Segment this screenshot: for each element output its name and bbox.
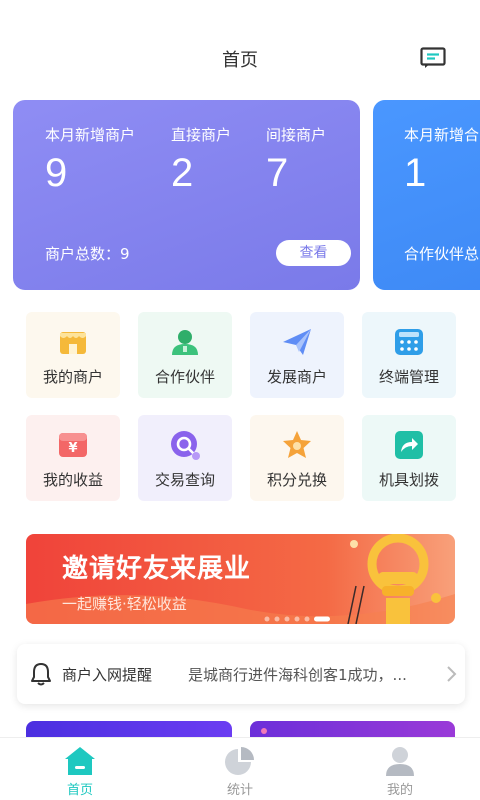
menu-terminal-management[interactable]: 终端管理: [362, 312, 456, 398]
partner-stats-card[interactable]: 本月新增合 1 合作伙伴总: [373, 100, 480, 290]
stat-value: 7: [266, 151, 289, 195]
menu-label: 合作伙伴: [154, 368, 215, 386]
invite-banner[interactable]: 邀请好友来展业 一起赚钱·轻松收益: [26, 534, 455, 624]
share-icon: [395, 431, 423, 459]
tab-bar: 首页 统计 我的: [0, 737, 480, 800]
notice-text: 是城商行进件海科创客1成功，...: [188, 666, 407, 684]
stat-new-merchants: 本月新增商户 9: [45, 124, 135, 196]
menu-points-exchange[interactable]: 积分兑换: [250, 415, 344, 501]
home-icon: [65, 747, 95, 775]
menu-label: 终端管理: [378, 368, 439, 386]
paper-plane-icon: [283, 329, 311, 355]
notice-title: 商户入网提醒: [62, 666, 153, 684]
stat-value: 2: [171, 151, 194, 195]
chevron-right-icon: [447, 666, 457, 682]
terminal-icon: [395, 329, 423, 355]
menu-label: 积分兑换: [266, 471, 327, 489]
banner-subtitle: 一起赚钱·轻松收益: [62, 595, 187, 613]
stat-indirect-merchants: 间接商户 7: [266, 124, 326, 196]
tab-label: 我的: [386, 783, 413, 798]
carousel-indicator: [264, 616, 330, 622]
banner-title: 邀请好友来展业: [62, 554, 252, 584]
page-title: 首页: [222, 50, 258, 71]
home-screen: 首页 本月新增商户 9 直接商户 2 间接商户 7 商户总数：9 查看 本月新增…: [0, 0, 480, 800]
stat-label: 间接商户: [266, 126, 327, 144]
stat-label: 本月新增合: [404, 126, 480, 144]
stat-value: 9: [45, 151, 68, 195]
search-icon: [171, 431, 200, 460]
store-icon: [60, 332, 86, 354]
tab-mine[interactable]: 我的: [320, 738, 480, 800]
star-icon: [283, 431, 311, 458]
stat-label: 直接商户: [171, 126, 232, 144]
view-button[interactable]: 查看: [276, 240, 351, 266]
partner-total: 合作伙伴总: [404, 245, 480, 263]
merchant-notice[interactable]: 商户入网提醒 是城商行进件海科创客1成功，...: [17, 644, 465, 704]
menu-label: 我的商户: [42, 368, 103, 386]
menu-transaction-query[interactable]: 交易查询: [138, 415, 232, 501]
menu-label: 我的收益: [42, 471, 103, 489]
bell-icon: [31, 663, 51, 686]
tab-label: 首页: [66, 783, 93, 798]
tab-home[interactable]: 首页: [0, 738, 160, 800]
menu-label: 机具划拨: [378, 471, 439, 489]
decor-dot: [261, 728, 267, 734]
merchant-stats-card[interactable]: 本月新增商户 9 直接商户 2 间接商户 7 商户总数：9 查看: [13, 100, 360, 290]
stat-new-partners: 本月新增合 1: [404, 124, 479, 196]
header: 首页: [0, 0, 480, 100]
svg-text:¥: ¥: [68, 441, 77, 456]
stat-label: 本月新增商户: [45, 126, 136, 144]
user-icon: [386, 747, 414, 776]
stats-carousel[interactable]: 本月新增商户 9 直接商户 2 间接商户 7 商户总数：9 查看 本月新增合 1…: [0, 100, 480, 290]
menu-my-earnings[interactable]: ¥ 我的收益: [26, 415, 120, 501]
stat-value: 1: [404, 151, 427, 195]
message-icon[interactable]: [420, 47, 446, 69]
menu-my-merchants[interactable]: 我的商户: [26, 312, 120, 398]
tab-label: 统计: [226, 783, 253, 798]
menu-label: 交易查询: [154, 471, 215, 489]
menu-partners[interactable]: 合作伙伴: [138, 312, 232, 398]
merchant-total: 商户总数：9: [45, 245, 130, 263]
menu-develop-merchants[interactable]: 发展商户: [250, 312, 344, 398]
stat-direct-merchants: 直接商户 2: [171, 124, 231, 196]
pie-chart-icon: [225, 747, 254, 775]
tab-statistics[interactable]: 统计: [160, 738, 320, 800]
menu-label: 发展商户: [266, 368, 327, 386]
partner-icon: [172, 330, 198, 355]
yuan-icon: ¥: [59, 433, 87, 457]
menu-device-transfer[interactable]: 机具划拨: [362, 415, 456, 501]
